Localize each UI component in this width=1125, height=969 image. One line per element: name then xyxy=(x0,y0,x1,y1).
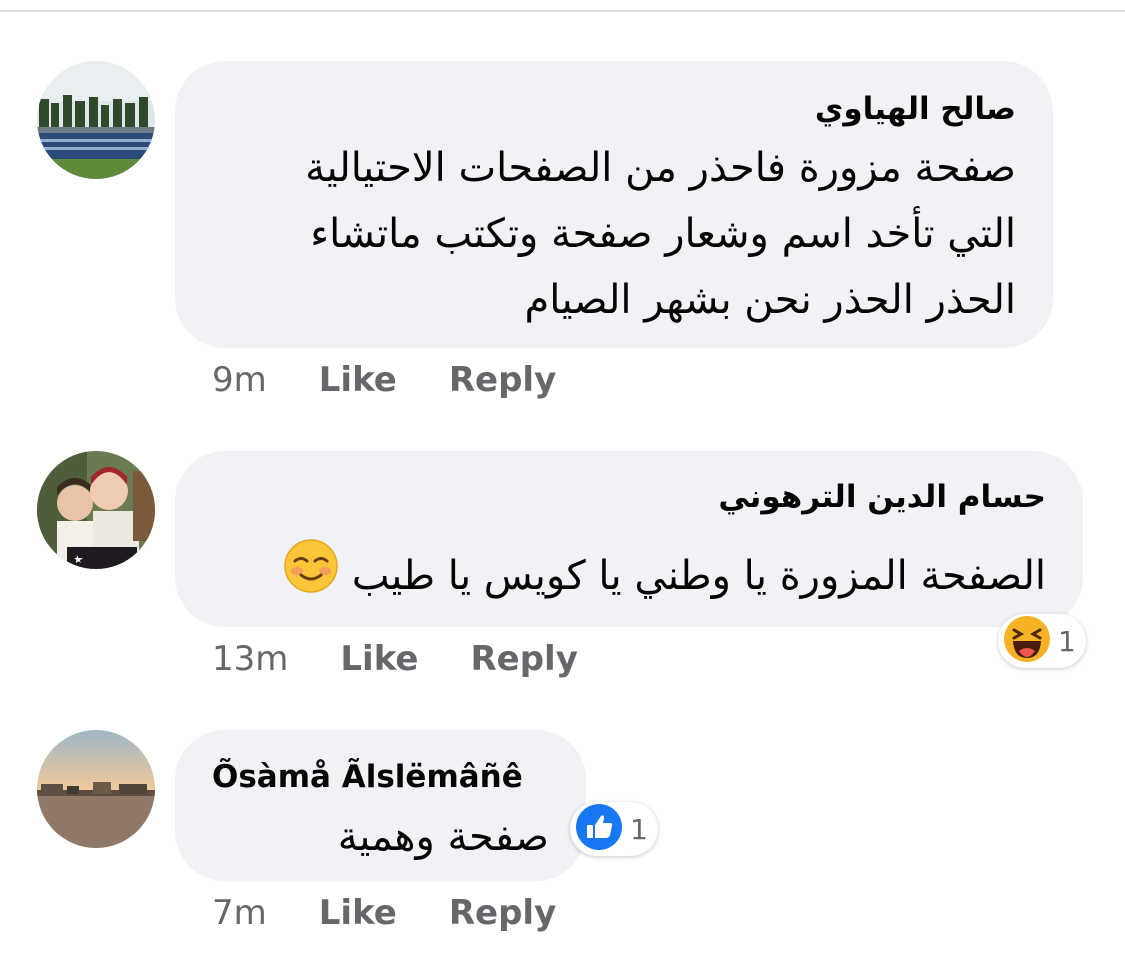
comment-actions: 13m Like Reply xyxy=(212,637,578,681)
comment-time: 13m xyxy=(212,639,289,679)
comment-text-line: صفحة مزورة فاحذر من الصفحات الاحتيالية xyxy=(305,145,1016,191)
avatar[interactable] xyxy=(37,730,155,848)
comment-text-line: صفحة وهمية xyxy=(337,814,549,860)
reaction-summary[interactable]: 1 xyxy=(998,614,1086,668)
comment-actions: 9m Like Reply xyxy=(212,358,556,402)
comment-text: الصفحة المزورة يا وطني يا كويس يا طيب xyxy=(351,553,1046,599)
reply-button[interactable]: Reply xyxy=(449,360,556,400)
reaction-count: 1 xyxy=(1058,624,1076,658)
comment-time: 7m xyxy=(212,893,267,933)
comment-text-line: الصفحة المزورة يا وطني يا كويس يا طيب xyxy=(284,539,1046,613)
comment-bubble: Õsàmå Ãlslëmâñê صفحة وهمية xyxy=(175,730,586,881)
comment-author[interactable]: صالح الهياوي xyxy=(815,89,1016,129)
avatar[interactable] xyxy=(37,61,155,179)
comment-bubble: صالح الهياوي صفحة مزورة فاحذر من الصفحات… xyxy=(175,61,1053,348)
avatar[interactable] xyxy=(37,451,155,569)
like-button[interactable]: Like xyxy=(319,893,397,933)
like-button[interactable]: Like xyxy=(319,360,397,400)
comment-text-line: الحذر الحذر نحن بشهر الصيام xyxy=(524,277,1016,323)
comment-actions: 7m Like Reply xyxy=(212,891,556,935)
reply-button[interactable]: Reply xyxy=(449,893,556,933)
top-divider xyxy=(0,10,1125,12)
reaction-count: 1 xyxy=(630,812,648,846)
haha-reaction-icon xyxy=(1002,614,1052,668)
comment-bubble: حسام الدين الترهوني الصفحة المزورة يا وط… xyxy=(175,451,1083,627)
comment-author[interactable]: حسام الدين الترهوني xyxy=(718,477,1046,517)
smiling-blush-emoji-icon xyxy=(284,539,338,613)
like-button[interactable]: Like xyxy=(340,639,418,679)
like-reaction-icon xyxy=(574,802,624,856)
comment-text-line: التي تأخد اسم وشعار صفحة وتكتب ماتشاء xyxy=(310,211,1016,257)
comment-author[interactable]: Õsàmå Ãlslëmâñê xyxy=(212,757,523,797)
reaction-summary[interactable]: 1 xyxy=(570,802,658,856)
comment-time: 9m xyxy=(212,360,267,400)
reply-button[interactable]: Reply xyxy=(470,639,577,679)
